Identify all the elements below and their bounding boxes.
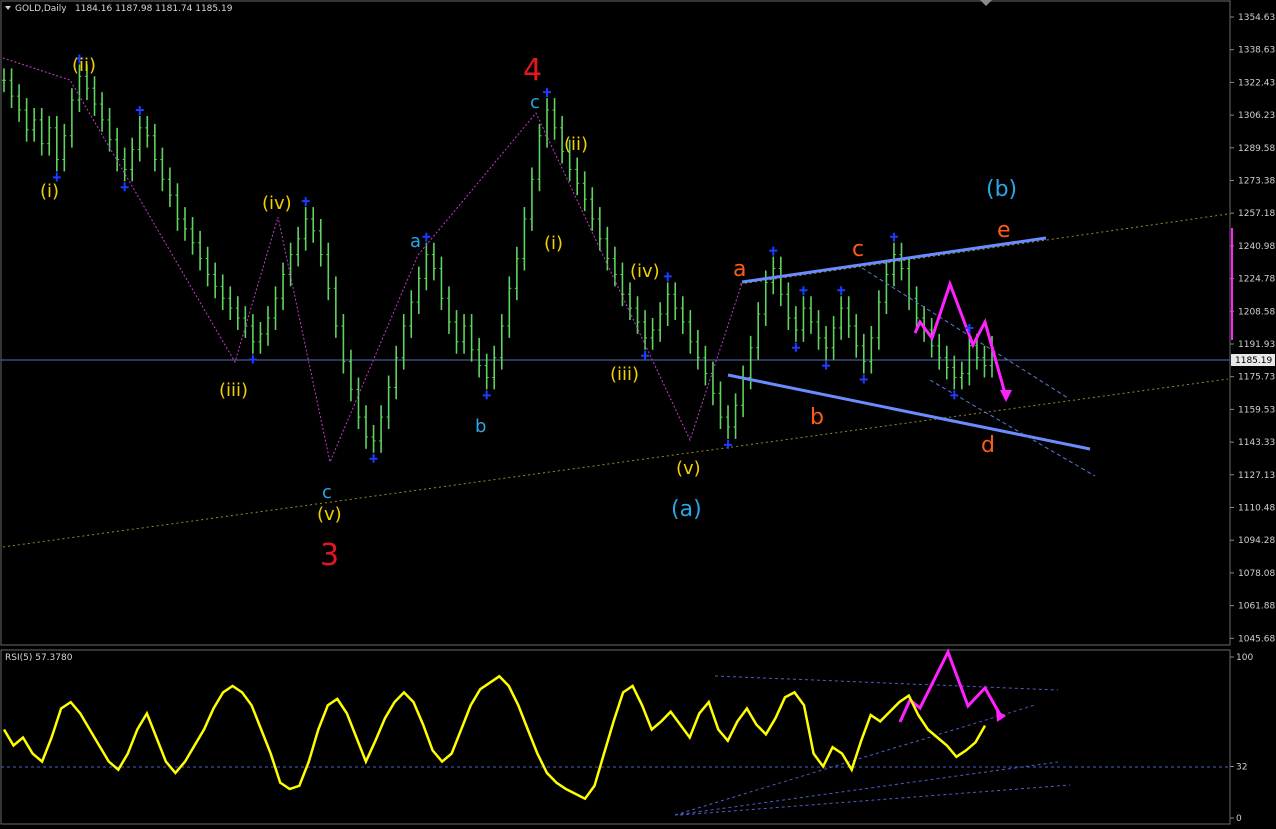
price-tick-label: 1224.78 [1238, 275, 1275, 285]
fractal-up-icon [799, 286, 808, 296]
fractal-down-icon [120, 182, 129, 192]
rsi-tick-label: 100 [1236, 653, 1253, 663]
fractal-down-icon [482, 390, 491, 400]
fractal-down-icon [724, 439, 733, 449]
fractal-down-icon [52, 172, 61, 182]
price-tick-label: 1240.98 [1238, 242, 1275, 252]
price-axis: 1354.63 1338.63 1322.43 1306.23 1289.58 1273.… [1230, 13, 1275, 644]
price-tick-label: 1127.13 [1238, 471, 1275, 481]
price-tick-label: 1191.93 [1238, 340, 1275, 350]
dropdown-triangle-icon[interactable] [5, 6, 11, 10]
wave-label-c-top: c [530, 92, 540, 113]
wave-label-tri-e: e [997, 218, 1011, 243]
fractal-down-icon [369, 453, 378, 463]
fractal-down-icon [791, 342, 800, 352]
price-tick-label: 1078.08 [1238, 569, 1275, 579]
rsi-tick-label: 0 [1236, 814, 1242, 824]
rsi-trend-dashed-3 [674, 761, 1059, 816]
channel-bottom-line[interactable] [727, 373, 1091, 451]
rsi-trend-dashed-1 [714, 675, 1059, 691]
fractal-up-icon [889, 232, 898, 242]
wave-label-tri-b: b [810, 405, 824, 430]
rsi-line [2, 674, 987, 801]
fractal-down-icon [950, 390, 959, 400]
wave-label-i-2: (i) [544, 233, 563, 254]
projection-arrow-icon [1000, 390, 1012, 402]
fractal-up-icon [769, 246, 778, 256]
upper-trendline [739, 213, 1229, 285]
price-tick-label: 1094.28 [1238, 536, 1275, 546]
fractal-up-icon [543, 88, 552, 98]
wave-label-tri-a: a [733, 257, 746, 282]
rsi-reference-lines [1, 648, 1230, 816]
price-tick-label: 1159.53 [1238, 405, 1275, 415]
wave-label-b-mid: b [475, 416, 486, 437]
fractal-down-icon [822, 360, 831, 370]
wave-label-iii-1: (iii) [219, 380, 248, 401]
wave-label-v-2: (v) [676, 458, 701, 479]
price-tick-label: 1045.68 [1238, 634, 1275, 644]
chart-shift-icon[interactable] [980, 0, 992, 6]
lower-trendline [2, 378, 1229, 548]
rsi-series [2, 674, 987, 801]
rsi-panel-border [0, 649, 1231, 825]
price-tick-label: 1354.63 [1238, 13, 1275, 23]
rsi-trend-dashed-4 [679, 784, 1071, 816]
fractal-up-icon [663, 272, 672, 282]
price-tick-label: 1338.63 [1238, 46, 1275, 56]
fractal-up-icon [135, 105, 144, 115]
wave-label-v-1: (v) [317, 504, 342, 525]
price-series [2, 64, 994, 453]
fractal-up-icon [422, 232, 431, 242]
wave-label-a-mid: a [410, 231, 421, 252]
wave-label-b-bracket: (b) [986, 177, 1017, 202]
wave-label-i-1: (i) [40, 181, 59, 202]
wave-label-3: 3 [320, 538, 339, 573]
rsi-axis: 100 32 0 [1230, 653, 1253, 824]
price-tick-label: 1257.18 [1238, 209, 1275, 219]
price-tick-label: 1273.38 [1238, 177, 1275, 187]
wave-overlay [2, 57, 1233, 477]
wave-label-tri-c: c [852, 237, 864, 262]
wave-label-ii-2: (ii) [564, 134, 588, 155]
fractal-down-icon [859, 374, 868, 384]
fractal-up-icon [837, 286, 846, 296]
ohlc-readout: 1184.16 1187.98 1181.74 1185.19 [75, 4, 233, 14]
price-tick-label: 1143.33 [1238, 438, 1275, 448]
wave-label-iv-2: (iv) [630, 261, 660, 282]
wave-label-ii-1: (ii) [72, 55, 96, 76]
wave-label-iii-2: (iii) [610, 364, 639, 385]
wave-label-iv-1: (iv) [262, 193, 292, 214]
wave-label-tri-d: d [981, 433, 995, 458]
price-tick-label: 1061.88 [1238, 602, 1275, 612]
fractal-down-icon [248, 354, 257, 364]
price-tick-label: 1289.58 [1238, 144, 1275, 154]
chart-root: GOLD,Daily 1184.16 1187.98 1181.74 1185.… [0, 0, 1276, 829]
fractal-up-icon [301, 197, 310, 207]
rsi-projection-arrow-icon [996, 710, 1006, 722]
chart-canvas: GOLD,Daily 1184.16 1187.98 1181.74 1185.… [0, 0, 1275, 825]
symbol-label: GOLD,Daily [15, 4, 67, 14]
fractal-markers [52, 54, 974, 463]
current-price-label: 1185.19 [1235, 356, 1272, 366]
price-tick-label: 1175.73 [1238, 373, 1275, 383]
wave-label-4: 4 [523, 53, 542, 88]
price-tick-label: 1110.48 [1238, 504, 1275, 514]
price-tick-label: 1306.23 [1238, 111, 1275, 121]
wave-label-a-bracket: (a) [671, 497, 702, 522]
wave-label-c-left: c [322, 482, 332, 503]
fractal-down-icon [641, 350, 650, 360]
projection-dashed-1 [861, 267, 1069, 399]
price-panel-border [0, 0, 1231, 646]
price-tick-label: 1208.58 [1238, 307, 1275, 317]
zigzag-wave-line [2, 57, 743, 464]
rsi-tick-label: 32 [1236, 762, 1247, 772]
price-tick-label: 1322.43 [1238, 78, 1275, 88]
rsi-label: RSI(5) 57.3780 [5, 653, 73, 663]
